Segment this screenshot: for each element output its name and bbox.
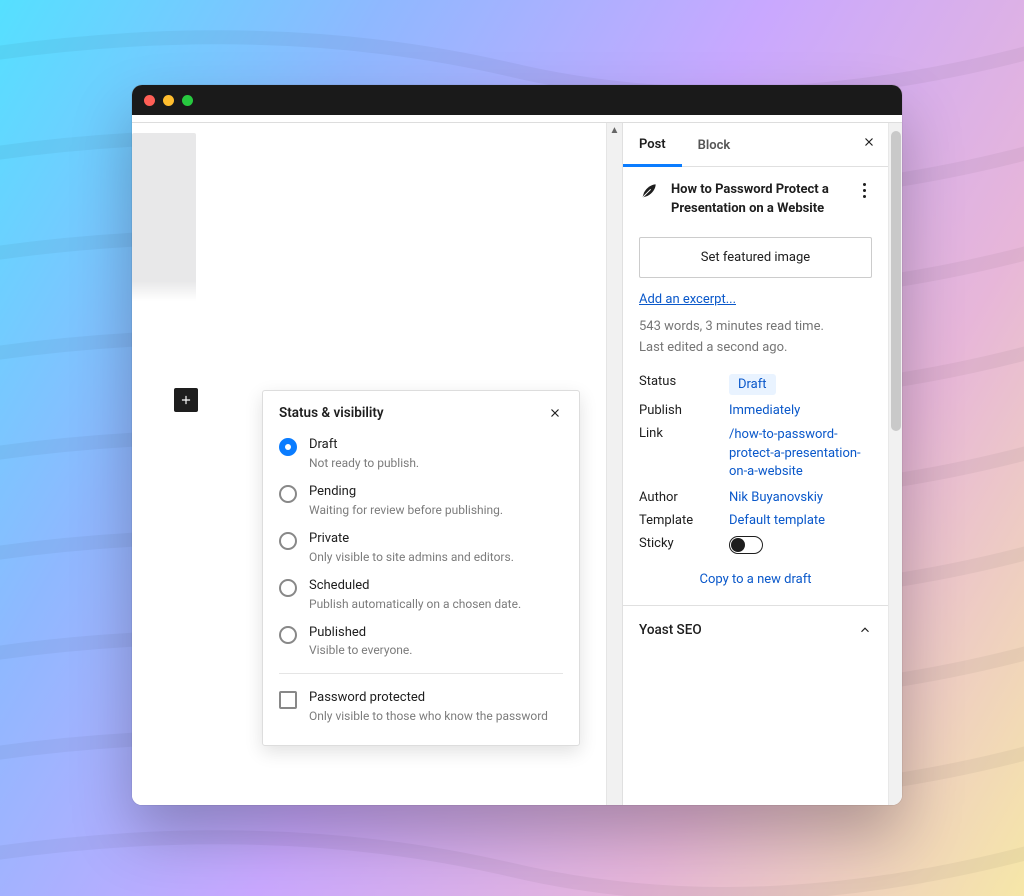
option-desc: Only visible to site admins and editors. <box>309 550 514 564</box>
password-protected-option[interactable]: Password protected Only visible to those… <box>263 684 579 731</box>
window-close-icon[interactable] <box>144 95 155 106</box>
link-value[interactable]: /how-to-password-protect-a-presentation-… <box>729 427 861 480</box>
popover-close-button[interactable] <box>547 405 563 421</box>
toolbar-stub <box>132 115 902 123</box>
status-option-scheduled[interactable]: Scheduled Publish automatically on a cho… <box>263 572 579 619</box>
status-option-pending[interactable]: Pending Waiting for review before publis… <box>263 478 579 525</box>
status-option-published[interactable]: Published Visible to everyone. <box>263 619 579 666</box>
author-label: Author <box>639 490 717 505</box>
tab-block[interactable]: Block <box>682 124 747 165</box>
app-window: Status & visibility Draft Not ready to p… <box>132 85 902 805</box>
link-label: Link <box>639 426 717 483</box>
add-block-button[interactable] <box>174 388 198 412</box>
close-icon <box>548 406 562 420</box>
sidebar-close-button[interactable] <box>862 135 876 153</box>
sticky-label: Sticky <box>639 536 717 554</box>
option-desc: Not ready to publish. <box>309 456 419 470</box>
status-option-private[interactable]: Private Only visible to site admins and … <box>263 525 579 572</box>
sidebar-scrollbar[interactable] <box>888 123 902 805</box>
checkbox-icon <box>279 691 297 709</box>
window-titlebar <box>132 85 902 115</box>
close-icon <box>862 135 876 149</box>
option-label: Published <box>309 625 412 642</box>
option-desc: Waiting for review before publishing. <box>309 503 503 517</box>
radio-icon <box>279 532 297 550</box>
status-option-draft[interactable]: Draft Not ready to publish. <box>263 431 579 478</box>
option-desc: Visible to everyone. <box>309 643 412 657</box>
popover-title: Status & visibility <box>279 405 384 421</box>
scrollbar-thumb[interactable] <box>891 131 901 431</box>
radio-icon <box>279 485 297 503</box>
status-value[interactable]: Draft <box>729 374 776 395</box>
option-label: Pending <box>309 484 503 501</box>
panel-label: Yoast SEO <box>639 622 702 638</box>
publish-value[interactable]: Immediately <box>729 403 800 418</box>
scroll-up-icon: ▲ <box>610 123 620 138</box>
option-label: Password protected <box>309 690 548 707</box>
publish-label: Publish <box>639 403 717 418</box>
sticky-toggle[interactable] <box>729 536 763 554</box>
settings-sidebar: Post Block How to Password Protect a Pre… <box>622 123 902 805</box>
option-label: Private <box>309 531 514 548</box>
option-desc: Publish automatically on a chosen date. <box>309 597 521 611</box>
window-zoom-icon[interactable] <box>182 95 193 106</box>
author-value[interactable]: Nik Buyanovskiy <box>729 490 823 505</box>
editor-canvas[interactable]: Status & visibility Draft Not ready to p… <box>132 123 606 805</box>
post-actions-menu[interactable] <box>856 181 872 198</box>
image-block-placeholder[interactable] <box>132 133 196 303</box>
status-visibility-popover: Status & visibility Draft Not ready to p… <box>262 390 580 746</box>
radio-icon <box>279 626 297 644</box>
status-label: Status <box>639 374 717 395</box>
yoast-seo-panel-toggle[interactable]: Yoast SEO <box>623 606 888 654</box>
option-desc: Only visible to those who know the passw… <box>309 709 548 723</box>
post-title: How to Password Protect a Presentation o… <box>671 181 844 219</box>
last-edited-text: Last edited a second ago. <box>623 338 888 360</box>
option-label: Draft <box>309 437 419 454</box>
template-label: Template <box>639 513 717 528</box>
template-value[interactable]: Default template <box>729 513 825 528</box>
option-label: Scheduled <box>309 578 521 595</box>
add-excerpt-link[interactable]: Add an excerpt... <box>639 292 736 307</box>
feather-icon <box>639 181 659 201</box>
plus-icon <box>179 393 193 407</box>
set-featured-image-button[interactable]: Set featured image <box>639 237 872 278</box>
word-count-text: 543 words, 3 minutes read time. <box>623 309 888 339</box>
divider <box>279 673 563 674</box>
tab-post[interactable]: Post <box>623 123 682 167</box>
radio-icon <box>279 438 297 456</box>
canvas-scrollbar[interactable]: ▲ <box>606 123 622 805</box>
sidebar-tabs: Post Block <box>623 123 888 167</box>
chevron-up-icon <box>858 623 872 637</box>
radio-icon <box>279 579 297 597</box>
window-minimize-icon[interactable] <box>163 95 174 106</box>
copy-to-new-draft-link[interactable]: Copy to a new draft <box>700 572 812 587</box>
